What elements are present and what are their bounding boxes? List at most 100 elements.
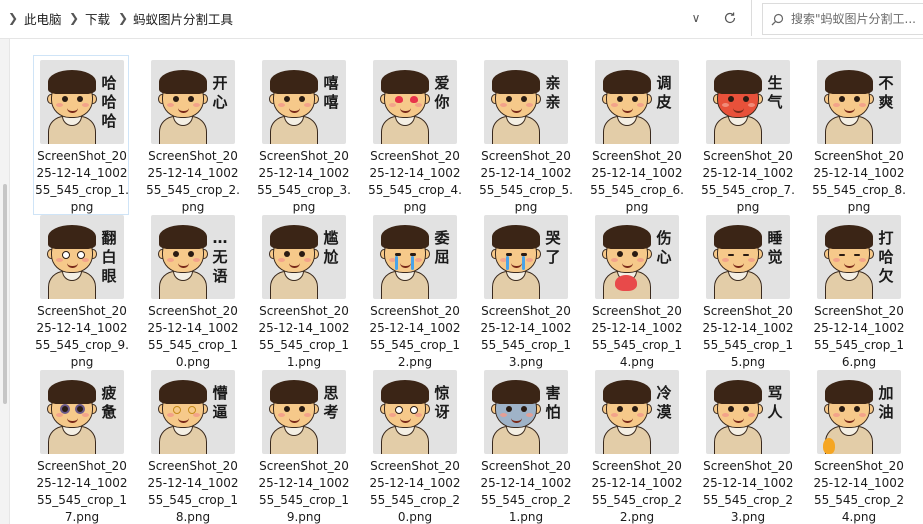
sticker-caption: 爱你 — [434, 74, 450, 111]
search-icon — [763, 4, 791, 34]
file-thumbnail: 开心 — [151, 60, 235, 144]
search-input[interactable] — [791, 12, 916, 26]
sticker-figure — [712, 68, 764, 144]
sticker-caption: 开心 — [212, 74, 228, 111]
file-item[interactable]: 害怕 ScreenShot_2025-12-14_100255_545_crop_… — [477, 365, 573, 524]
file-item[interactable]: 思考 ScreenShot_2025-12-14_100255_545_crop_… — [255, 365, 351, 524]
sticker-caption: 惊讶 — [434, 384, 450, 421]
file-thumbnail: 尴尬 — [262, 215, 346, 299]
file-name: ScreenShot_2025-12-14_100255_545_crop_7.… — [701, 149, 795, 214]
file-item[interactable]: 尴尬 ScreenShot_2025-12-14_100255_545_crop_… — [255, 210, 351, 370]
chevron-right-icon[interactable]: ❯ — [8, 0, 18, 36]
file-item[interactable]: 骂人 ScreenShot_2025-12-14_100255_545_crop_… — [699, 365, 795, 524]
file-thumbnail: 害怕 — [484, 370, 568, 454]
file-item[interactable]: 翻白眼 ScreenShot_2025-12-14_100255_545_crop… — [33, 210, 129, 370]
file-item[interactable]: 伤心 ScreenShot_2025-12-14_100255_545_crop_… — [588, 210, 684, 370]
sticker-caption: 亲亲 — [545, 74, 561, 111]
file-thumbnail: 爱你 — [373, 60, 457, 144]
file-thumbnail: 惊讶 — [373, 370, 457, 454]
sticker-caption: 哈哈哈 — [101, 74, 117, 130]
sticker-caption: 睡觉 — [767, 229, 783, 266]
sticker-figure — [46, 378, 98, 454]
breadcrumb-item-downloads[interactable]: 下载 — [85, 0, 110, 36]
file-item[interactable]: 冷漠 ScreenShot_2025-12-14_100255_545_crop_… — [588, 365, 684, 524]
sticker-figure — [712, 378, 764, 454]
breadcrumb-item-this-pc[interactable]: 此电脑 — [24, 0, 62, 36]
file-item[interactable]: 爱你 ScreenShot_2025-12-14_100255_545_crop_… — [366, 55, 462, 215]
sticker-figure — [823, 223, 875, 299]
file-item[interactable]: 打哈欠 ScreenShot_2025-12-14_100255_545_crop… — [810, 210, 906, 370]
file-thumbnail: 哭了 — [484, 215, 568, 299]
file-name: ScreenShot_2025-12-14_100255_545_crop_6.… — [590, 149, 684, 214]
chevron-right-icon[interactable]: ❯ — [69, 0, 79, 36]
sticker-figure — [601, 223, 653, 299]
file-name: ScreenShot_2025-12-14_100255_545_crop_5.… — [479, 149, 573, 214]
file-name: ScreenShot_2025-12-14_100255_545_crop_19… — [258, 459, 350, 524]
file-thumbnail: 哈哈哈 — [40, 60, 124, 144]
sticker-caption: 伤心 — [656, 229, 672, 266]
file-view: 哈哈哈 ScreenShot_2025-12-14_100255_545_crop… — [0, 39, 923, 524]
scrollbar-thumb[interactable] — [3, 184, 7, 404]
scrollbar[interactable] — [0, 39, 10, 524]
file-thumbnail: 懵逼 — [151, 370, 235, 454]
sticker-figure — [379, 223, 431, 299]
sticker-caption: 哭了 — [545, 229, 561, 266]
file-item[interactable]: …无语 ScreenShot_2025-12-14_100255_545_crop… — [144, 210, 240, 370]
file-name: ScreenShot_2025-12-14_100255_545_crop_4.… — [368, 149, 462, 214]
file-thumbnail: …无语 — [151, 215, 235, 299]
file-item[interactable]: 哭了 ScreenShot_2025-12-14_100255_545_crop_… — [477, 210, 573, 370]
file-item[interactable]: 疲惫 ScreenShot_2025-12-14_100255_545_crop_… — [33, 365, 129, 524]
file-thumbnail: 委屈 — [373, 215, 457, 299]
sticker-figure — [490, 68, 542, 144]
sticker-caption: 生气 — [767, 74, 783, 111]
file-name: ScreenShot_2025-12-14_100255_545_crop_20… — [369, 459, 461, 524]
sticker-caption: 懵逼 — [212, 384, 228, 421]
file-item[interactable]: 委屈 ScreenShot_2025-12-14_100255_545_crop_… — [366, 210, 462, 370]
sticker-caption: 思考 — [323, 384, 339, 421]
file-thumbnail: 睡觉 — [706, 215, 790, 299]
file-name: ScreenShot_2025-12-14_100255_545_crop_23… — [702, 459, 794, 524]
file-name: ScreenShot_2025-12-14_100255_545_crop_11… — [258, 304, 350, 369]
file-item[interactable]: 加油 ScreenShot_2025-12-14_100255_545_crop_… — [810, 365, 906, 524]
file-item[interactable]: 开心 ScreenShot_2025-12-14_100255_545_crop_… — [144, 55, 240, 215]
file-item[interactable]: 亲亲 ScreenShot_2025-12-14_100255_545_crop_… — [477, 55, 573, 215]
file-name: ScreenShot_2025-12-14_100255_545_crop_3.… — [257, 149, 351, 214]
address-bar[interactable]: ❯ 此电脑 ❯ 下载 ❯ 蚂蚁图片分割工具 ∨ — [0, 0, 752, 36]
refresh-icon[interactable] — [720, 8, 740, 28]
file-item[interactable]: 哈哈哈 ScreenShot_2025-12-14_100255_545_crop… — [33, 55, 129, 215]
file-item[interactable]: 调皮 ScreenShot_2025-12-14_100255_545_crop_… — [588, 55, 684, 215]
file-name: ScreenShot_2025-12-14_100255_545_crop_16… — [813, 304, 905, 369]
breadcrumb-item-current-folder[interactable]: 蚂蚁图片分割工具 — [133, 0, 233, 36]
file-name: ScreenShot_2025-12-14_100255_545_crop_10… — [147, 304, 239, 369]
file-thumbnail: 不爽 — [817, 60, 901, 144]
file-item[interactable]: 懵逼 ScreenShot_2025-12-14_100255_545_crop_… — [144, 365, 240, 524]
file-thumbnail: 思考 — [262, 370, 346, 454]
file-item[interactable]: 生气 ScreenShot_2025-12-14_100255_545_crop_… — [699, 55, 795, 215]
sticker-figure — [601, 68, 653, 144]
file-name: ScreenShot_2025-12-14_100255_545_crop_9.… — [35, 304, 129, 369]
sticker-figure — [268, 223, 320, 299]
chevron-down-icon[interactable]: ∨ — [688, 10, 704, 26]
file-thumbnail: 翻白眼 — [40, 215, 124, 299]
file-name: ScreenShot_2025-12-14_100255_545_crop_21… — [480, 459, 572, 524]
chevron-right-icon[interactable]: ❯ — [118, 0, 128, 36]
sticker-figure — [823, 378, 875, 454]
sticker-figure — [46, 223, 98, 299]
sticker-caption: 翻白眼 — [101, 229, 117, 285]
file-name: ScreenShot_2025-12-14_100255_545_crop_17… — [36, 459, 128, 524]
file-item[interactable]: 睡觉 ScreenShot_2025-12-14_100255_545_crop_… — [699, 210, 795, 370]
sticker-figure — [490, 378, 542, 454]
file-item[interactable]: 不爽 ScreenShot_2025-12-14_100255_545_crop_… — [810, 55, 906, 215]
sticker-figure — [157, 68, 209, 144]
file-thumbnail: 加油 — [817, 370, 901, 454]
search-box[interactable] — [762, 3, 923, 35]
address-bar-row: ❯ 此电脑 ❯ 下载 ❯ 蚂蚁图片分割工具 ∨ — [0, 0, 923, 39]
file-name: ScreenShot_2025-12-14_100255_545_crop_18… — [147, 459, 239, 524]
sticker-figure — [268, 68, 320, 144]
sticker-figure — [379, 378, 431, 454]
sticker-caption: 加油 — [878, 384, 894, 421]
sticker-caption: 调皮 — [656, 74, 672, 111]
sticker-caption: 不爽 — [878, 74, 894, 111]
file-item[interactable]: 惊讶 ScreenShot_2025-12-14_100255_545_crop_… — [366, 365, 462, 524]
file-item[interactable]: 嘻嘻 ScreenShot_2025-12-14_100255_545_crop_… — [255, 55, 351, 215]
